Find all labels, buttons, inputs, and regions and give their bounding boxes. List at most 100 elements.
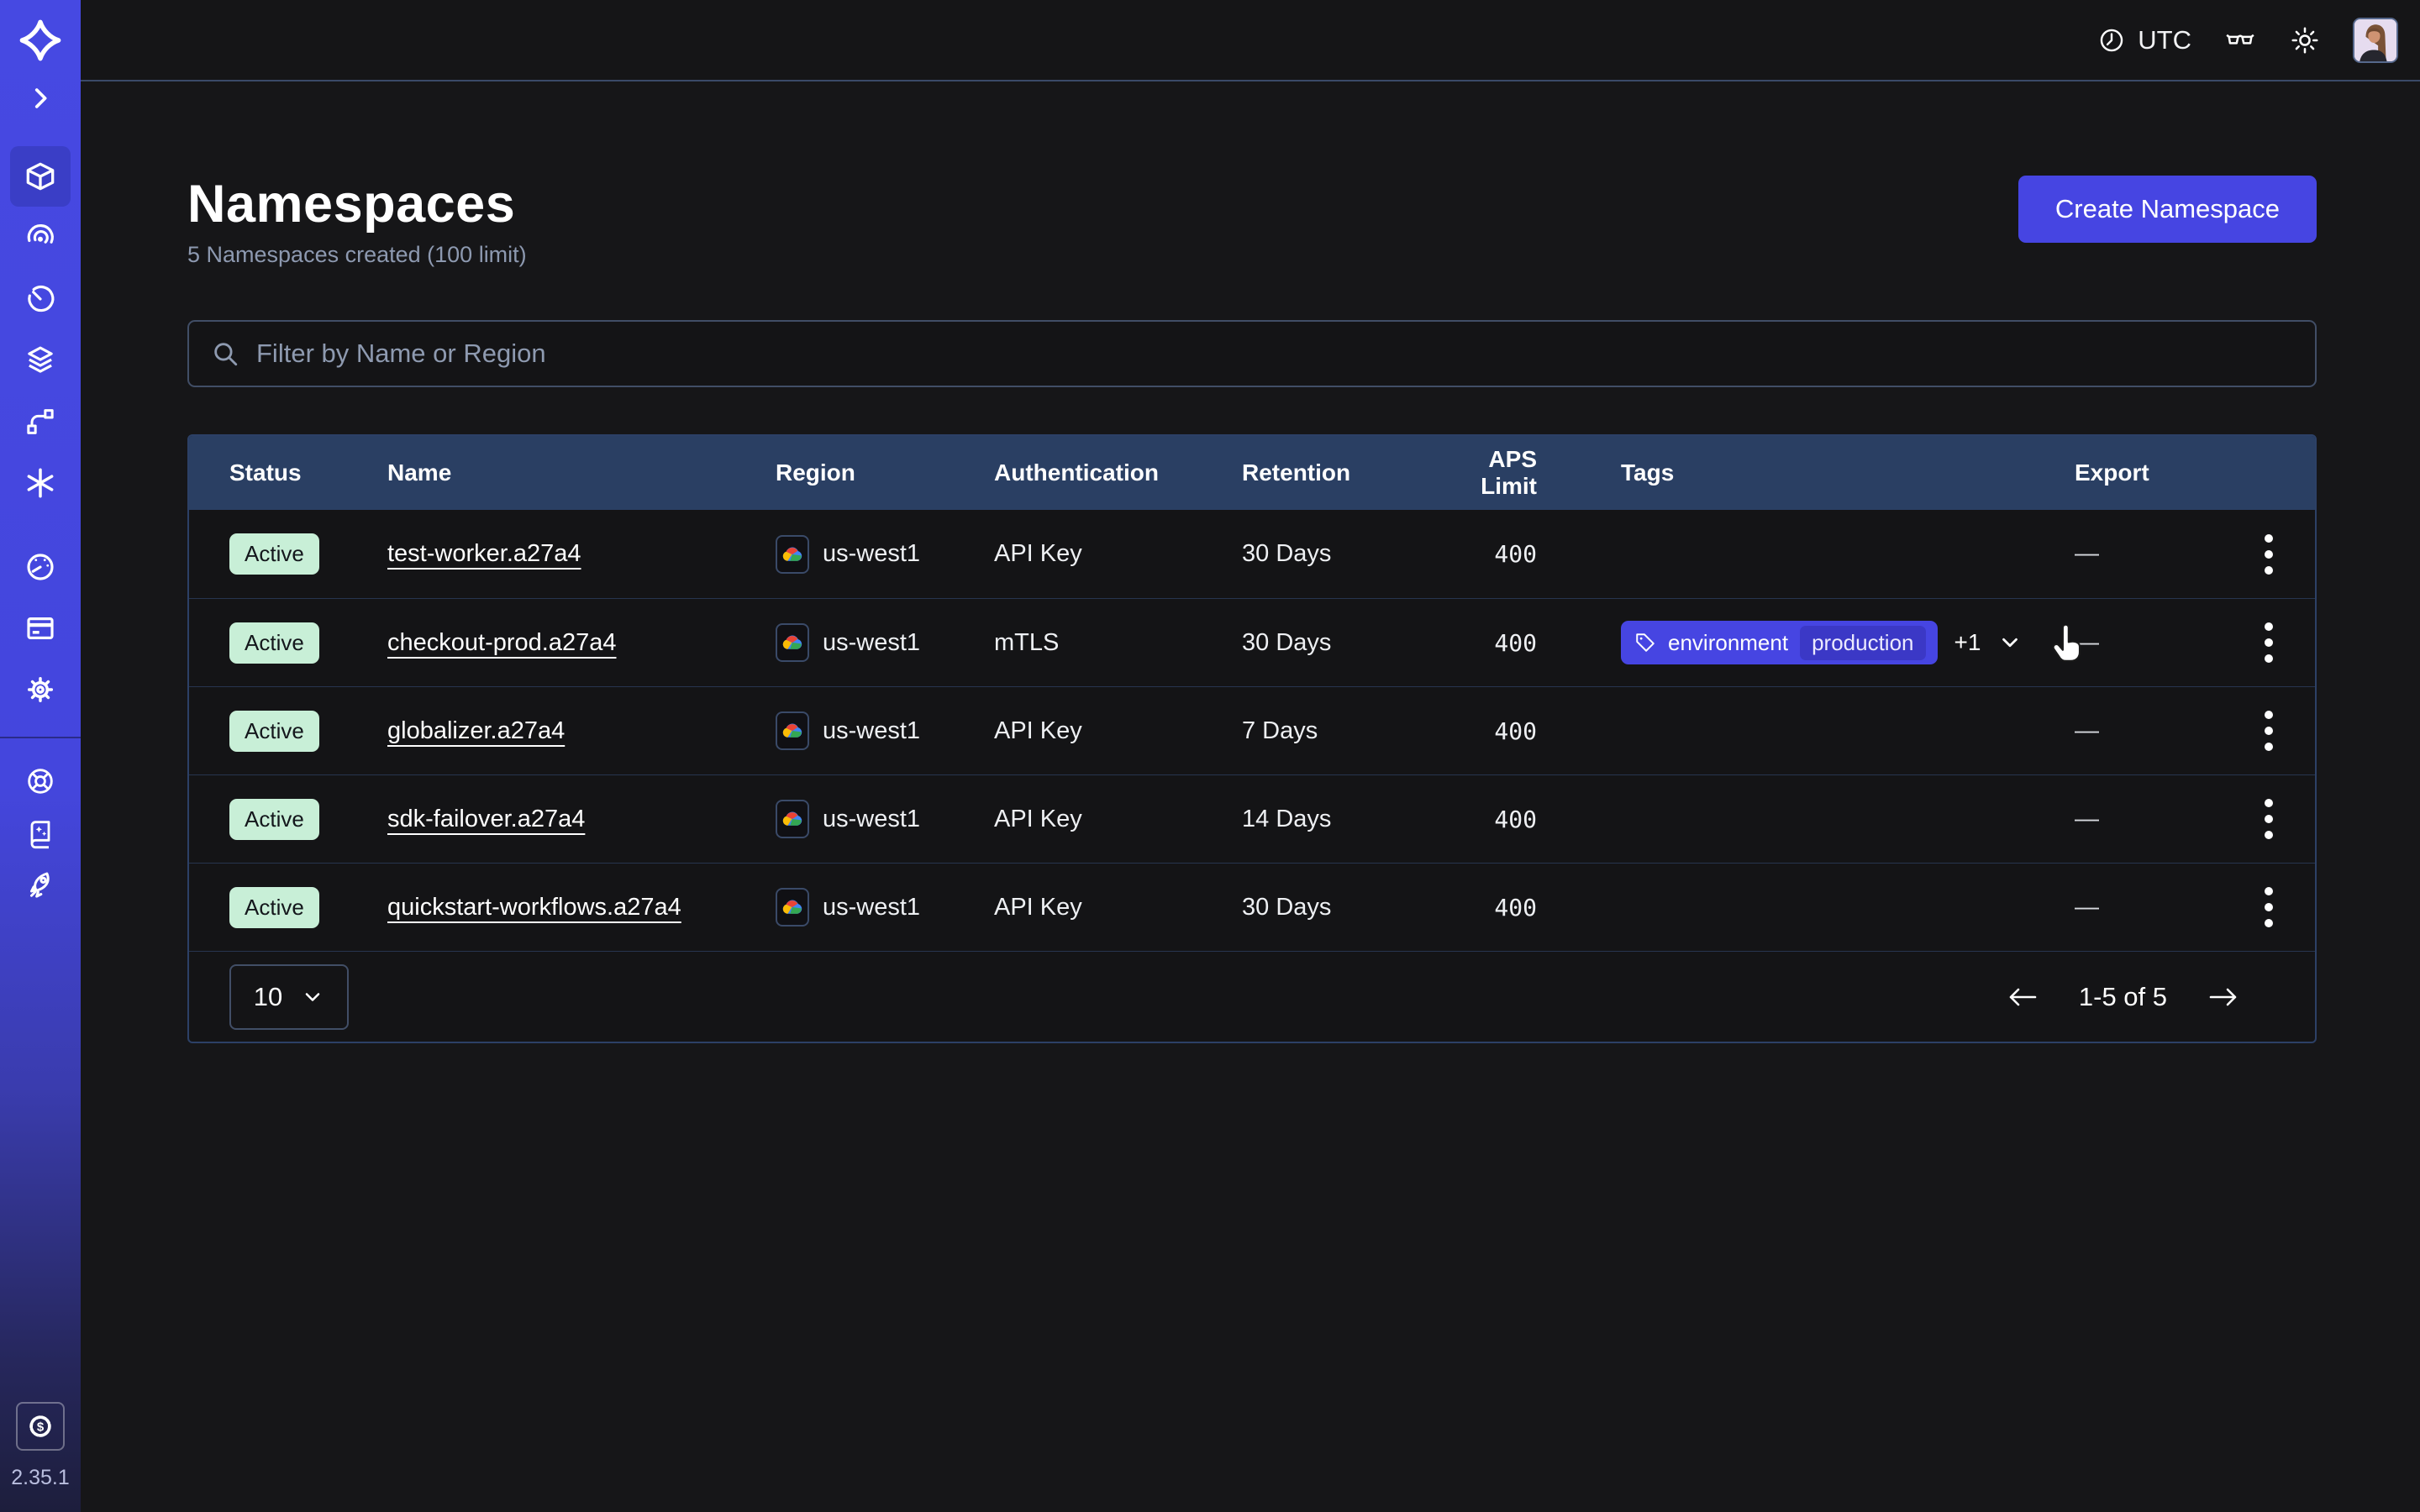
usage-gauge-icon <box>23 549 58 585</box>
gcp-cloud-icon <box>776 535 809 574</box>
export-cell: — <box>2075 717 2201 745</box>
sidebar-item-support[interactable] <box>13 755 68 807</box>
main-area: UTC <box>81 0 2420 1512</box>
layers-icon <box>23 343 58 378</box>
status-badge: Active <box>229 887 319 928</box>
theme-toggle[interactable] <box>2289 24 2321 56</box>
filter-input[interactable] <box>256 339 2293 369</box>
monitor-eye-icon <box>23 220 58 255</box>
page-subtitle: 5 Namespaces created (100 limit) <box>187 242 527 268</box>
sidebar-expand-button[interactable] <box>10 74 71 123</box>
row-menu-button[interactable] <box>2201 794 2281 844</box>
page-size-select[interactable]: 10 <box>229 964 349 1030</box>
sidebar-item-billing[interactable] <box>10 598 71 659</box>
col-authentication: Authentication <box>994 459 1242 486</box>
next-page-button[interactable] <box>2207 984 2239 1010</box>
sidebar-item-usage[interactable] <box>10 537 71 597</box>
namespace-link[interactable]: checkout-prod.a27a4 <box>387 629 616 657</box>
aps-cell: 400 <box>1434 806 1537 833</box>
sidebar-item-namespaces[interactable] <box>10 146 71 207</box>
sidebar-item-deployments[interactable] <box>10 330 71 391</box>
gcp-cloud-icon <box>776 711 809 750</box>
sidebar-item-batch[interactable] <box>10 453 71 513</box>
retention-cell: 30 Days <box>1242 540 1434 568</box>
arrow-right-icon <box>2207 984 2239 1010</box>
namespaces-cube-icon <box>22 158 59 195</box>
chevron-down-icon <box>1997 630 2023 655</box>
prev-page-button[interactable] <box>2007 984 2039 1010</box>
settings-gear-icon <box>22 671 59 708</box>
tag-icon <box>1634 632 1656 654</box>
kebab-icon <box>2256 617 2281 668</box>
export-cell: — <box>2075 806 2201 833</box>
region-label: us-west1 <box>823 629 920 657</box>
col-tags: Tags <box>1621 459 2075 486</box>
namespace-link[interactable]: quickstart-workflows.a27a4 <box>387 894 681 921</box>
auth-cell: API Key <box>994 806 1242 833</box>
sidebar-item-docs[interactable] <box>13 807 68 859</box>
tag-pill[interactable]: environment production <box>1621 621 1938 664</box>
table-row: Active test-worker.a27a4 us-west1 <box>189 510 2315 598</box>
sidebar-nav-account <box>10 537 71 720</box>
namespace-link[interactable]: globalizer.a27a4 <box>387 717 565 745</box>
sidebar-item-nexus[interactable] <box>10 391 71 452</box>
support-lifebuoy-icon <box>24 764 57 798</box>
table-row: Active checkout-prod.a27a4 us-west1 <box>189 598 2315 686</box>
namespace-link[interactable]: sdk-failover.a27a4 <box>387 806 585 833</box>
table-row: Active sdk-failover.a27a4 us-west1 <box>189 774 2315 863</box>
page-title: Namespaces <box>187 176 527 234</box>
sidebar-item-monitor[interactable] <box>10 207 71 268</box>
sidebar-divider <box>0 737 81 738</box>
tags-expand-button[interactable] <box>1997 630 2023 655</box>
kebab-icon <box>2256 882 2281 932</box>
temporal-logo[interactable] <box>10 12 71 69</box>
status-badge: Active <box>229 711 319 752</box>
sidebar-item-settings[interactable] <box>10 659 71 720</box>
row-menu-button[interactable] <box>2201 882 2281 932</box>
docs-book-icon <box>24 816 57 850</box>
status-badge: Active <box>229 799 319 840</box>
col-export: Export <box>2075 459 2201 486</box>
export-cell: — <box>2075 629 2201 657</box>
sidebar: $ 2.35.1 <box>0 0 81 1512</box>
table-header-row: Status Name Region Authentication Retent… <box>189 436 2315 510</box>
namespaces-table: Status Name Region Authentication Retent… <box>187 434 2317 1043</box>
col-retention: Retention <box>1242 459 1434 486</box>
aps-cell: 400 <box>1434 717 1537 745</box>
topbar: UTC <box>81 0 2420 81</box>
col-region: Region <box>776 459 994 486</box>
labs-toggle[interactable] <box>2223 24 2257 57</box>
col-status: Status <box>229 459 387 486</box>
namespace-link[interactable]: test-worker.a27a4 <box>387 540 581 568</box>
dollar-badge-icon: $ <box>25 1411 55 1441</box>
row-menu-button[interactable] <box>2201 617 2281 668</box>
sidebar-item-getting-started[interactable] <box>13 859 68 911</box>
arrow-left-icon <box>2007 984 2039 1010</box>
create-namespace-button[interactable]: Create Namespace <box>2018 176 2317 243</box>
plan-badge-button[interactable]: $ <box>16 1402 65 1451</box>
gcp-cloud-icon <box>776 623 809 662</box>
tag-key: environment <box>1668 630 1788 656</box>
billing-card-icon <box>23 611 58 646</box>
gcp-cloud-icon <box>776 888 809 927</box>
user-avatar[interactable] <box>2353 18 2398 63</box>
app-screen: $ 2.35.1 UTC <box>0 0 2420 1512</box>
timer-icon <box>23 281 58 317</box>
content: Namespaces 5 Namespaces created (100 lim… <box>81 81 2420 1043</box>
app-version: 2.35.1 <box>11 1466 70 1490</box>
aps-cell: 400 <box>1434 629 1537 657</box>
row-menu-button[interactable] <box>2201 529 2281 580</box>
sidebar-item-schedules[interactable] <box>10 269 71 329</box>
page-range-label: 1-5 of 5 <box>2079 982 2167 1012</box>
auth-cell: API Key <box>994 894 1242 921</box>
region-label: us-west1 <box>823 806 920 833</box>
timezone-selector[interactable]: UTC <box>2097 25 2191 55</box>
region-label: us-west1 <box>823 717 920 745</box>
kebab-icon <box>2256 706 2281 756</box>
avatar-image <box>2354 19 2396 61</box>
filter-box[interactable] <box>187 320 2317 387</box>
region-label: us-west1 <box>823 894 920 921</box>
retention-cell: 7 Days <box>1242 717 1434 745</box>
table-row: Active quickstart-workflows.a27a4 us-wes… <box>189 863 2315 951</box>
row-menu-button[interactable] <box>2201 706 2281 756</box>
